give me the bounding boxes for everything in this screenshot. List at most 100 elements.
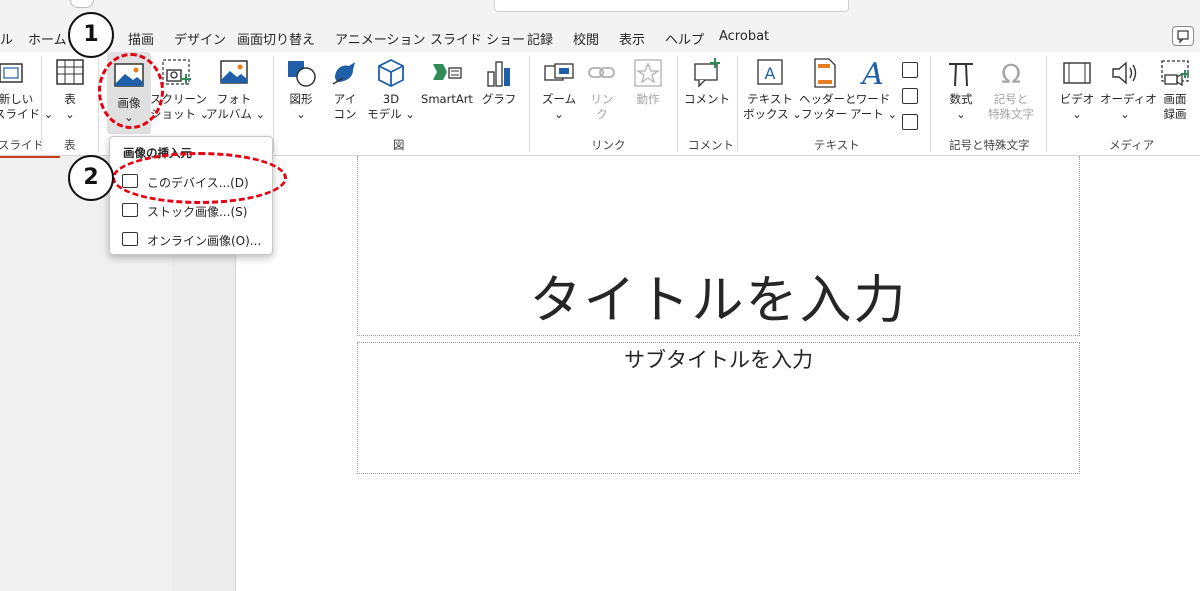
group-label-links: リンク <box>591 138 626 152</box>
bar-chart-icon <box>487 61 510 87</box>
table-label: 表 <box>64 92 76 106</box>
header-footer-label-1: ヘッダーと <box>799 92 857 106</box>
menu-item-label: ストック画像...(S) <box>147 205 248 219</box>
symbol-button[interactable]: Ω 記号と 特殊文字 <box>985 52 1037 122</box>
equation-dropdown-arrow: ⌄ <box>956 107 966 121</box>
shapes-icon <box>288 61 316 87</box>
tab-draw[interactable]: 描画 <box>128 29 154 48</box>
tab-home[interactable]: ホーム <box>28 29 67 48</box>
screen-record-icon <box>1161 60 1189 87</box>
icons-label-1: アイ <box>333 92 357 106</box>
group-divider <box>930 56 931 152</box>
zoom-dropdown-arrow: ⌄ <box>554 107 564 121</box>
wordart-button[interactable]: A ワード アート ⌄ <box>850 52 897 122</box>
photo-album-button[interactable]: フォト アルバム ⌄ <box>206 52 265 122</box>
link-chain-icon <box>588 67 615 78</box>
screenshot-camera-icon <box>162 59 191 85</box>
search-box[interactable] <box>494 0 849 12</box>
video-film-icon <box>1063 62 1091 84</box>
group-label-media: メディア <box>1109 138 1155 152</box>
header-footer-button[interactable]: ヘッダーと フッター <box>799 52 857 122</box>
title-placeholder-text: タイトルを入力 <box>529 271 908 331</box>
comments-pane-button[interactable] <box>1172 26 1194 46</box>
symbol-label-1: 記号と <box>993 92 1029 106</box>
tab-review[interactable]: 校閲 <box>573 29 599 48</box>
screen-recording-label-2: 録画 <box>1163 107 1187 121</box>
zoom-button[interactable]: ズーム ⌄ <box>538 52 580 122</box>
textbox-button[interactable]: A テキスト ボックス ⌄ <box>743 52 802 122</box>
audio-label: オーディオ <box>1100 92 1157 106</box>
group-divider <box>273 56 274 152</box>
tab-record[interactable]: 記録 <box>527 29 553 48</box>
new-slide-label-1: 新しい <box>0 92 34 106</box>
speaker-icon <box>1112 61 1137 85</box>
textbox-icon: A <box>757 59 783 85</box>
header-footer-label-2: フッター <box>801 107 847 121</box>
tab-slideshow[interactable]: スライド ショー <box>430 29 525 48</box>
header-footer-icon <box>814 58 836 88</box>
smartart-icon <box>433 64 462 80</box>
group-label-text: テキスト <box>814 138 860 152</box>
textbox-label-1: テキスト <box>747 92 793 106</box>
wordart-label-1: ワード <box>855 92 891 106</box>
shapes-label: 図形 <box>289 92 313 106</box>
equation-button[interactable]: 数式 ⌄ <box>940 52 982 122</box>
3d-models-button[interactable]: 3D モデル ⌄ <box>367 52 415 122</box>
tab-help[interactable]: ヘルプ <box>665 29 704 48</box>
slide-number-icon[interactable] <box>902 88 918 104</box>
zoom-label: ズーム <box>541 92 577 106</box>
action-button[interactable]: 動作 <box>628 52 668 107</box>
tab-view[interactable]: 表示 <box>619 29 645 48</box>
textbox-label-2: ボックス ⌄ <box>743 107 802 121</box>
group-divider <box>529 56 530 152</box>
menu-item-label: オンライン画像(O)... <box>147 234 262 248</box>
link-label-1: リン <box>590 92 614 106</box>
group-label-comments: コメント <box>688 138 734 152</box>
comment-button[interactable]: コメント <box>684 52 730 107</box>
smartart-button[interactable]: SmartArt <box>418 52 476 107</box>
3d-models-label-1: 3D <box>382 92 400 106</box>
menu-item-online-images[interactable]: オンライン画像(O)... <box>110 226 272 254</box>
screen-recording-button[interactable]: 画面 録画 <box>1153 52 1197 122</box>
svg-text:A: A <box>859 58 884 88</box>
icons-label-2: コン <box>333 107 357 121</box>
table-dropdown-arrow: ⌄ <box>65 107 75 121</box>
equation-label: 数式 <box>949 92 973 106</box>
table-icon <box>56 59 84 85</box>
group-label-slides: スライド <box>0 138 44 152</box>
tab-acrobat[interactable]: Acrobat <box>719 29 769 44</box>
photo-album-label-1: フォト <box>216 92 252 106</box>
object-icon[interactable] <box>902 114 918 130</box>
svg-text:Ω: Ω <box>1001 60 1021 88</box>
shapes-button[interactable]: 図形 ⌄ <box>281 52 321 122</box>
link-button[interactable]: リン ク <box>584 52 620 122</box>
tab-transitions[interactable]: 画面切り替え <box>237 29 315 48</box>
quick-access-control[interactable] <box>70 0 94 8</box>
chart-button[interactable]: グラフ <box>480 52 518 107</box>
screen-recording-label-1: 画面 <box>1163 92 1187 106</box>
new-slide-icon <box>0 63 23 83</box>
icons-button[interactable]: アイ コン <box>325 52 365 122</box>
audio-button[interactable]: オーディオ ⌄ <box>1100 52 1157 122</box>
step-1-marker: 1 <box>68 12 114 58</box>
zoom-icon <box>544 63 574 81</box>
icons-bird-icon <box>332 62 355 85</box>
group-divider <box>41 56 42 152</box>
new-slide-label-2: スライド ⌄ <box>0 107 54 121</box>
comment-bubble-icon <box>1177 30 1189 44</box>
video-button[interactable]: ビデオ ⌄ <box>1056 52 1098 122</box>
tab-file[interactable]: ル <box>0 29 13 48</box>
photo-album-icon <box>220 60 248 84</box>
tab-animations[interactable]: アニメーション <box>335 29 425 48</box>
tab-design[interactable]: デザイン <box>174 29 226 48</box>
highlight-oval-this-device <box>112 152 287 204</box>
date-time-icon[interactable] <box>902 62 918 78</box>
group-label-table: 表 <box>64 138 76 152</box>
online-image-icon <box>122 232 138 246</box>
stock-image-icon <box>122 203 138 217</box>
smartart-label: SmartArt <box>421 92 473 106</box>
group-label-illustrations: 図 <box>393 138 405 152</box>
new-slide-button[interactable]: 新しい スライド ⌄ <box>0 52 54 122</box>
table-button[interactable]: 表 ⌄ <box>50 52 90 122</box>
new-comment-icon <box>694 58 720 88</box>
